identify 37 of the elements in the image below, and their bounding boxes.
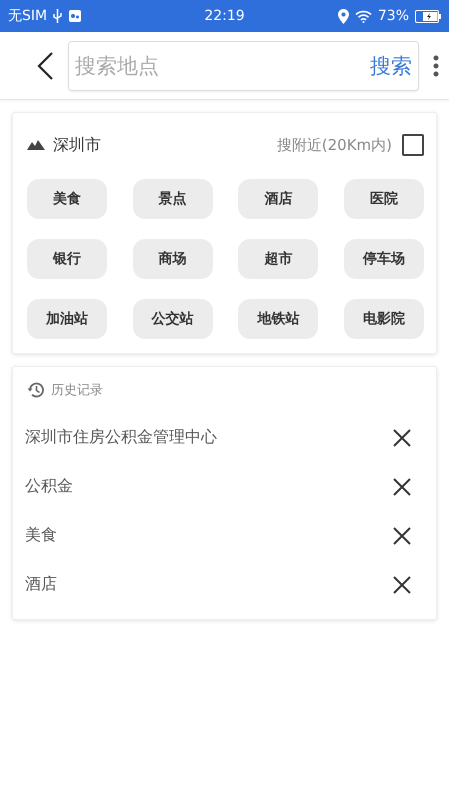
clock-time: 22:19	[204, 8, 245, 24]
carrier-label: 无SIM	[8, 7, 48, 25]
category-chip[interactable]: 景点	[132, 179, 213, 219]
close-icon[interactable]	[392, 574, 412, 594]
category-chip[interactable]: 美食	[27, 179, 107, 219]
category-chip[interactable]: 银行	[27, 239, 107, 279]
category-chip[interactable]: 医院	[344, 179, 424, 219]
category-chip[interactable]: 电影院	[344, 299, 424, 339]
category-chip[interactable]: 停车场	[344, 239, 424, 279]
history-item[interactable]: 酒店	[25, 574, 392, 595]
notification-icon	[68, 9, 82, 23]
search-field[interactable]: 搜索地点 搜索	[68, 40, 419, 90]
close-icon[interactable]	[392, 526, 412, 546]
back-button[interactable]	[36, 50, 54, 80]
battery-percent: 73%	[378, 8, 410, 24]
category-chip[interactable]: 加油站	[27, 299, 107, 339]
history-item[interactable]: 深圳市住房公积金管理中心	[25, 427, 392, 448]
category-chip[interactable]: 公交站	[132, 299, 213, 339]
history-icon	[27, 381, 45, 399]
close-icon[interactable]	[392, 476, 412, 496]
category-chip[interactable]: 酒店	[238, 179, 318, 219]
search-button[interactable]: 搜索	[370, 52, 412, 80]
mountain-icon	[27, 140, 45, 150]
battery-icon	[415, 10, 442, 22]
history-title: 历史记录	[51, 382, 103, 399]
history-item[interactable]: 美食	[25, 525, 392, 546]
close-icon[interactable]	[392, 428, 412, 448]
wifi-icon	[354, 10, 372, 22]
history-item[interactable]: 公积金	[25, 476, 392, 497]
location-pin-icon	[338, 8, 349, 24]
city-name: 深圳市	[53, 134, 102, 156]
category-chip[interactable]: 地铁站	[238, 299, 318, 339]
usb-icon	[53, 9, 62, 23]
nearby-checkbox[interactable]: 搜附近(20Km内)	[276, 134, 424, 156]
more-menu-icon[interactable]	[433, 54, 439, 76]
category-chip[interactable]: 超市	[238, 239, 318, 279]
category-chip[interactable]: 商场	[132, 239, 213, 279]
